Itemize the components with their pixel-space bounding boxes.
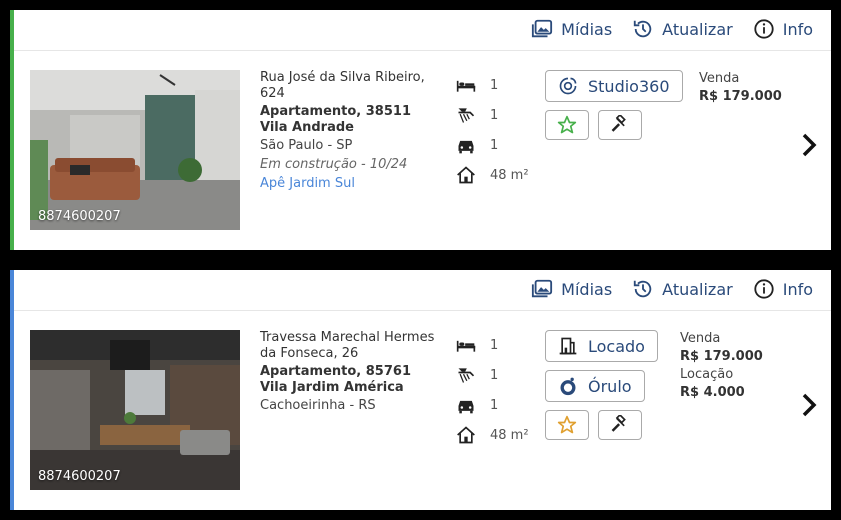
street: Rua José da Silva Ribeiro, 624	[260, 70, 425, 101]
info-button[interactable]: Info	[753, 18, 813, 40]
action-buttons: Studio360	[545, 70, 683, 148]
card-toolbar: Mídias Atualizar Info	[14, 10, 831, 51]
features: 1 1 1 48 m²	[456, 330, 529, 450]
parking: 1	[490, 137, 499, 153]
price-block: Venda R$ 179.000	[699, 70, 782, 106]
favorite-button[interactable]	[545, 410, 589, 440]
history-icon	[633, 280, 652, 298]
info-icon	[754, 279, 774, 299]
gallery-icon	[532, 279, 553, 298]
bed-icon	[456, 340, 476, 352]
city: São Paulo - SP	[260, 138, 353, 153]
neighborhood: Vila Jardim América	[260, 380, 404, 395]
midias-button[interactable]: Mídias	[531, 18, 612, 40]
car-icon	[458, 400, 474, 414]
rented-label: Locado	[588, 336, 645, 356]
atualizar-label: Atualizar	[662, 19, 733, 39]
midias-label: Mídias	[561, 19, 613, 39]
star-icon	[557, 115, 577, 134]
property-card: Mídias Atualizar Info 8874600207 Rua Jos…	[10, 10, 831, 250]
price-block: Venda R$ 179.000 Locação R$ 4.000	[680, 330, 763, 402]
card-toolbar: Mídias Atualizar Info	[14, 270, 831, 311]
bath-icon	[458, 108, 475, 123]
property-code: 8874600207	[38, 209, 121, 224]
studio360-label: Studio360	[588, 76, 670, 96]
atualizar-button[interactable]: Atualizar	[632, 278, 733, 300]
auction-button[interactable]	[598, 410, 643, 440]
property-photo[interactable]: 8874600207	[30, 70, 240, 230]
parking: 1	[490, 397, 499, 413]
rented-button[interactable]: Locado	[545, 330, 658, 362]
construction-status: Em construção - 10/24	[260, 157, 408, 172]
info-icon	[754, 19, 774, 39]
orulo-label: Órulo	[588, 376, 632, 396]
info-label: Info	[782, 279, 813, 299]
atualizar-label: Atualizar	[662, 279, 733, 299]
bath-icon	[458, 368, 475, 383]
chevron-right-icon[interactable]	[799, 132, 819, 158]
chevron-right-icon[interactable]	[799, 392, 819, 418]
bedrooms: 1	[490, 337, 499, 353]
property-type: Apartamento, 85761	[260, 364, 411, 379]
sale-price: R$ 179.000	[680, 349, 763, 364]
rent-price: R$ 4.000	[680, 385, 745, 400]
property-type: Apartamento, 38511	[260, 104, 411, 119]
bathrooms: 1	[490, 107, 499, 123]
gallery-icon	[532, 19, 553, 38]
neighborhood: Vila Andrade	[260, 120, 354, 135]
sale-label: Venda	[680, 331, 721, 346]
auction-button[interactable]	[598, 110, 643, 140]
area: 48 m²	[490, 427, 529, 443]
features: 1 1 1 48 m²	[456, 70, 529, 190]
street: Travessa Marechal Hermes da Fonseca, 26	[260, 330, 435, 361]
sale-label: Venda	[699, 71, 740, 86]
gavel-icon	[611, 115, 626, 132]
favorite-button[interactable]	[545, 110, 589, 140]
star-icon	[557, 415, 577, 434]
orulo-icon	[560, 377, 576, 396]
midias-button[interactable]: Mídias	[531, 278, 612, 300]
car-icon	[458, 140, 474, 154]
midias-label: Mídias	[561, 279, 613, 299]
house-icon	[457, 166, 475, 184]
info-button[interactable]: Info	[753, 278, 813, 300]
address-block: Travessa Marechal Hermes da Fonseca, 26 …	[260, 330, 445, 414]
property-code: 8874600207	[38, 469, 121, 484]
studio360-button[interactable]: Studio360	[545, 70, 683, 102]
address-block: Rua José da Silva Ribeiro, 624 Apartamen…	[260, 70, 445, 192]
orulo-button[interactable]: Órulo	[545, 370, 645, 402]
development-link[interactable]: Apê Jardim Sul	[260, 176, 445, 192]
kitchen-image	[30, 330, 240, 490]
gavel-icon	[611, 415, 626, 432]
action-buttons: Locado Órulo	[545, 330, 658, 448]
bathrooms: 1	[490, 367, 499, 383]
info-label: Info	[782, 19, 813, 39]
area: 48 m²	[490, 167, 529, 183]
property-card: Mídias Atualizar Info 8874600207 Travess…	[10, 270, 831, 510]
history-icon	[633, 20, 652, 38]
rent-label: Locação	[680, 367, 734, 382]
bed-icon	[456, 80, 476, 92]
building-icon	[559, 337, 577, 355]
atualizar-button[interactable]: Atualizar	[632, 18, 733, 40]
sale-price: R$ 179.000	[699, 89, 782, 104]
living-room-image	[30, 70, 240, 230]
city: Cachoeirinha - RS	[260, 398, 376, 413]
bedrooms: 1	[490, 77, 499, 93]
house-icon	[457, 426, 475, 444]
studio360-icon	[559, 77, 577, 95]
property-photo[interactable]: 8874600207	[30, 330, 240, 490]
